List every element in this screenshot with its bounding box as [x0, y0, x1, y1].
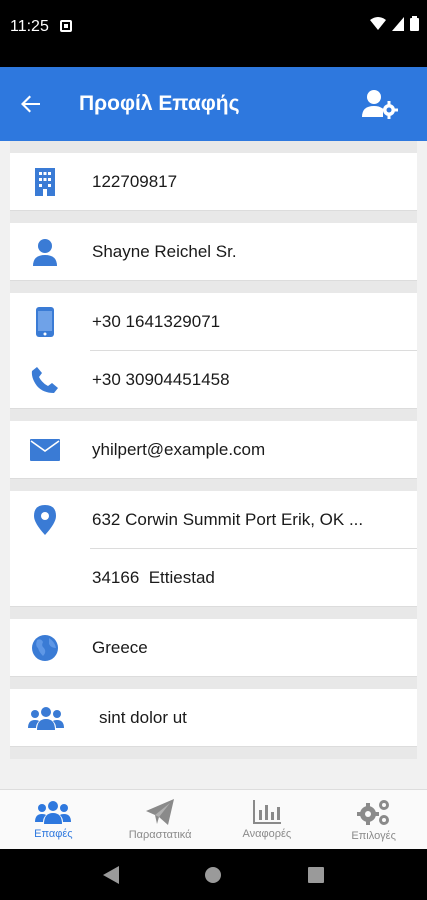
- page-title: Προφίλ Επαφής: [79, 92, 240, 115]
- group-icon: [28, 703, 64, 733]
- name-row[interactable]: Shayne Reichel Sr.: [10, 223, 417, 281]
- mobile-phone-icon: [30, 307, 60, 337]
- contact-group: sint dolor ut: [99, 707, 187, 727]
- contact-settings-button[interactable]: [361, 85, 399, 123]
- nav-contacts-label: Επαφές: [34, 827, 73, 840]
- address-line2-row[interactable]: 34166 Ettiestad: [10, 549, 417, 607]
- email-row[interactable]: yhilpert@example.com: [10, 421, 417, 479]
- country-card: Greece: [10, 619, 417, 677]
- phone-row[interactable]: +30 30904451458: [10, 351, 417, 409]
- email-icon: [30, 435, 60, 465]
- phones-card: +30 1641329071 +30 30904451458: [10, 293, 417, 409]
- app-bar: Προφίλ Επαφής: [0, 67, 427, 141]
- nav-documents-label: Παραστατικά: [128, 828, 192, 841]
- email-card: yhilpert@example.com: [10, 421, 417, 479]
- back-button[interactable]: [14, 87, 48, 121]
- address-row[interactable]: 632 Corwin Summit Port Erik, OK ...: [10, 491, 417, 549]
- system-back-icon[interactable]: [102, 865, 119, 884]
- bar-chart-icon: [252, 799, 281, 824]
- notification-icon: [60, 20, 72, 32]
- company-card: 122709817: [10, 153, 417, 211]
- user-settings-icon: [362, 90, 398, 119]
- nav-options[interactable]: Επιλογές: [320, 790, 427, 849]
- wifi-icon: [370, 16, 386, 30]
- battery-icon: [410, 16, 419, 31]
- group-card: sint dolor ut: [10, 689, 417, 747]
- location-pin-icon: [30, 505, 60, 535]
- building-icon: [30, 167, 60, 197]
- system-recents-icon[interactable]: [308, 866, 325, 883]
- send-icon: [146, 798, 175, 825]
- contacts-icon: [35, 800, 72, 824]
- contact-name: Shayne Reichel Sr.: [92, 241, 237, 261]
- globe-icon: [30, 633, 60, 663]
- group-row[interactable]: sint dolor ut: [10, 689, 417, 747]
- person-icon: [30, 237, 60, 267]
- nav-reports-label: Αναφορές: [242, 827, 292, 840]
- mobile-number: +30 1641329071: [92, 312, 221, 331]
- nav-documents[interactable]: Παραστατικά: [107, 790, 214, 849]
- name-card: Shayne Reichel Sr.: [10, 223, 417, 281]
- signal-icon: [392, 16, 404, 31]
- bottom-navigation: Επαφές Παραστατικά Αναφορές Επιλογές: [0, 789, 427, 849]
- gears-icon: [356, 799, 389, 825]
- status-bar: 11:25: [0, 0, 427, 67]
- arrow-back-icon: [21, 95, 40, 113]
- status-time: 11:25: [10, 18, 49, 35]
- phone-icon: [30, 365, 60, 395]
- company-id: 122709817: [92, 171, 178, 191]
- email-address: yhilpert@example.com: [92, 439, 266, 459]
- address-line1: 632 Corwin Summit Port Erik, OK ...: [92, 510, 364, 529]
- system-navigation-bar: [0, 849, 427, 900]
- status-icons: [370, 16, 419, 31]
- country: Greece: [92, 637, 148, 657]
- nav-contacts[interactable]: Επαφές: [0, 790, 107, 849]
- mobile-row[interactable]: +30 1641329071: [10, 293, 417, 351]
- country-row[interactable]: Greece: [10, 619, 417, 677]
- nav-options-label: Επιλογές: [351, 829, 396, 842]
- nav-reports[interactable]: Αναφορές: [214, 790, 321, 849]
- company-id-row[interactable]: 122709817: [10, 153, 417, 211]
- phone-number: +30 30904451458: [92, 369, 230, 389]
- contact-profile: 122709817 Shayne Reichel Sr. +30 1641329…: [0, 141, 427, 789]
- address-line2: 34166 Ettiestad: [92, 567, 215, 587]
- address-card: 632 Corwin Summit Port Erik, OK ... 3416…: [10, 491, 417, 607]
- system-home-icon[interactable]: [204, 866, 222, 884]
